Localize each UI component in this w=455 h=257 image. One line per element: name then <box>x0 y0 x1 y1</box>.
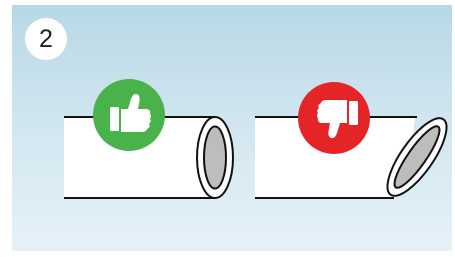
thumbs-up-badge <box>93 79 165 151</box>
pipe-end-opening <box>203 125 227 190</box>
thumbs-down-badge <box>298 82 370 154</box>
instruction-panel: 2 <box>12 5 452 251</box>
pipe-cut-diagram <box>64 79 448 199</box>
